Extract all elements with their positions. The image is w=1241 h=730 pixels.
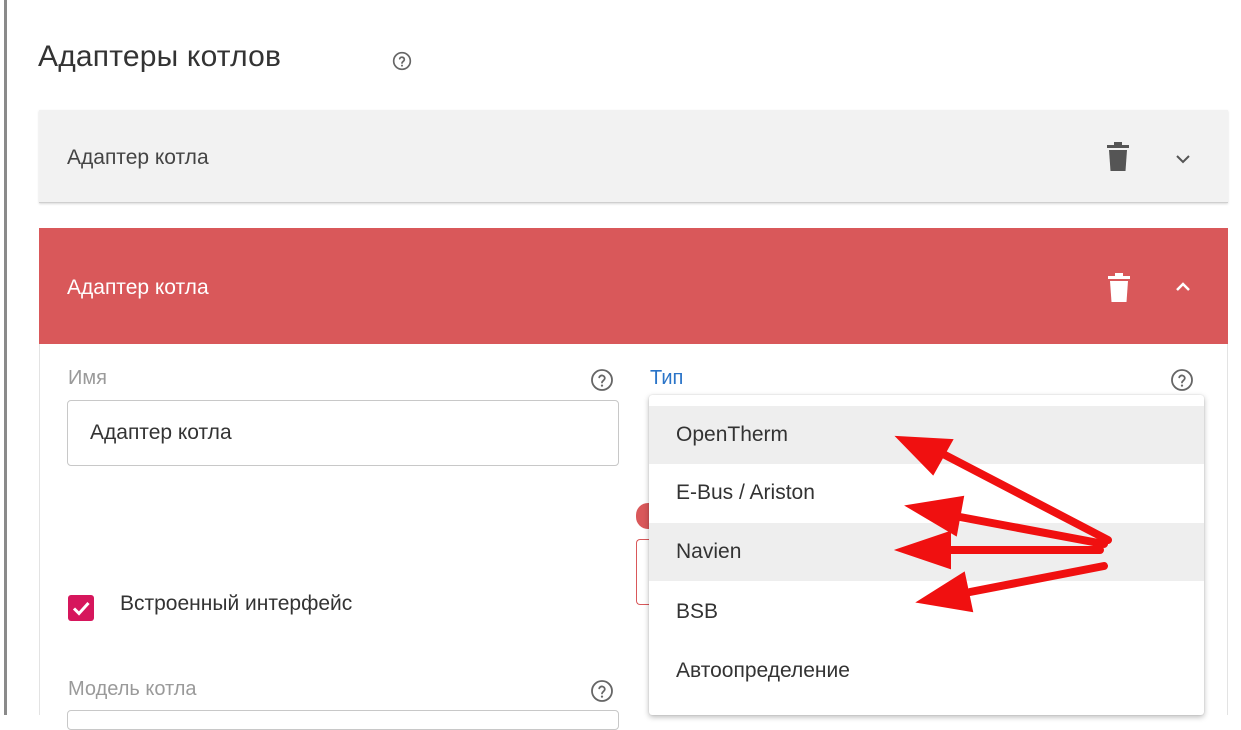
name-input[interactable]: [67, 400, 619, 466]
trash-icon[interactable]: [1106, 142, 1130, 172]
name-label: Имя: [68, 367, 107, 389]
window-left-border: [0, 0, 7, 715]
adapter-card-collapsed[interactable]: Адаптер котла: [39, 110, 1228, 203]
chevron-down-icon[interactable]: [1172, 152, 1194, 166]
page-title: Адаптеры котлов: [38, 40, 282, 73]
dropdown-option-opentherm[interactable]: OpenTherm: [649, 406, 1204, 464]
card-border: [39, 344, 40, 715]
builtin-interface-checkbox[interactable]: [68, 595, 94, 621]
card-border: [1227, 344, 1228, 715]
chevron-up-icon[interactable]: [1172, 280, 1194, 294]
adapter-card-title: Адаптер котла: [67, 146, 209, 169]
dropdown-option-autodetect[interactable]: Автоопределение: [649, 642, 1204, 700]
type-label: Тип: [650, 367, 684, 389]
check-icon: [72, 601, 90, 616]
dropdown-option-bsb[interactable]: BSB: [649, 583, 1204, 641]
help-circle-icon[interactable]: [590, 679, 614, 703]
model-input[interactable]: [67, 710, 619, 730]
help-circle-icon[interactable]: [1170, 368, 1194, 392]
dropdown-option-ebus-ariston[interactable]: E-Bus / Ariston: [649, 464, 1204, 522]
trash-icon[interactable]: [1107, 273, 1131, 303]
help-circle-icon[interactable]: [590, 368, 614, 392]
type-dropdown-menu: OpenTherm E-Bus / Ariston Navien BSB Авт…: [649, 395, 1204, 715]
model-label: Модель котла: [68, 678, 197, 700]
builtin-interface-label: Встроенный интерфейс: [120, 592, 353, 615]
adapter-card-title: Адаптер котла: [67, 276, 209, 299]
adapter-card-expanded-header[interactable]: Адаптер котла: [39, 228, 1228, 344]
help-circle-icon[interactable]: [392, 51, 412, 71]
dropdown-option-navien[interactable]: Navien: [649, 523, 1204, 581]
